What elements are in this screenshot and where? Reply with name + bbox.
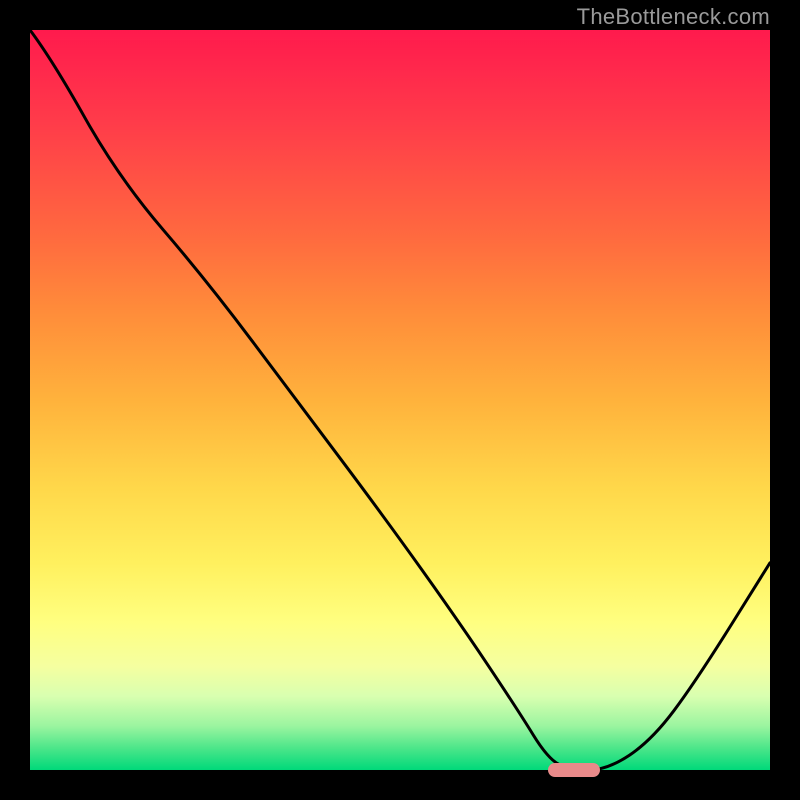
- attribution-text: TheBottleneck.com: [577, 4, 770, 30]
- plot-area: [30, 30, 770, 770]
- bottleneck-curve: [30, 30, 770, 770]
- optimal-range-marker: [548, 763, 600, 777]
